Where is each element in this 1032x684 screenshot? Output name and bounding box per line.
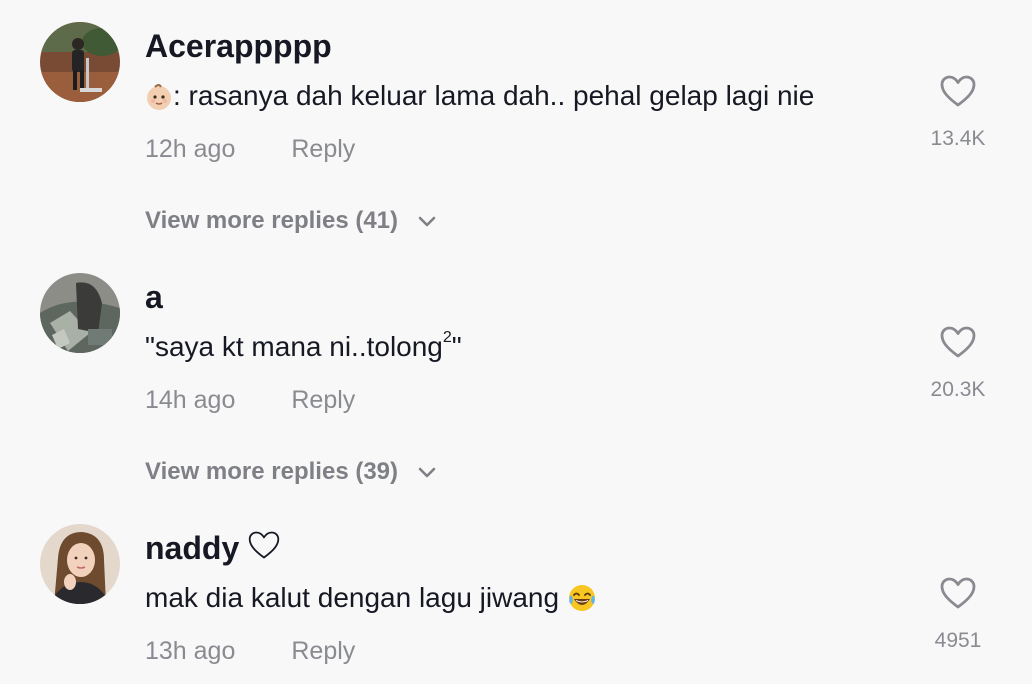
view-more-replies-button[interactable]: View more replies (41) xyxy=(145,204,437,239)
tears-of-joy-emoji-icon xyxy=(567,583,597,624)
like-button[interactable]: 4951 xyxy=(920,576,996,653)
reply-button[interactable]: Reply xyxy=(291,135,355,163)
comment-text: : rasanya dah keluar lama dah.. pehal ge… xyxy=(145,76,814,122)
reply-button[interactable]: Reply xyxy=(291,637,355,665)
avatar[interactable] xyxy=(40,22,120,102)
chevron-down-icon xyxy=(417,205,437,239)
like-button[interactable]: 20.3K xyxy=(920,325,996,402)
reply-button[interactable]: Reply xyxy=(291,386,355,414)
comment-username[interactable]: naddy xyxy=(145,528,281,570)
comment-list: Acerappppp : rasanya dah keluar lama dah… xyxy=(0,0,1032,684)
heart-outline-icon xyxy=(920,74,996,113)
heart-outline-icon xyxy=(920,576,996,615)
view-more-label: View more replies (39) xyxy=(145,458,399,485)
comment-text-content: "saya kt mana ni..tolong xyxy=(145,331,443,362)
like-count: 13.4K xyxy=(930,127,986,150)
comment-text-superscript: 2 xyxy=(442,329,452,346)
comment-text: mak dia kalut dengan lagu jiwang xyxy=(145,578,597,624)
like-count: 4951 xyxy=(934,629,982,652)
like-button[interactable]: 13.4K xyxy=(920,74,996,151)
heart-outline-icon xyxy=(247,529,281,570)
view-more-label: View more replies (41) xyxy=(145,207,399,234)
comment-text-end: " xyxy=(451,331,462,362)
comment-meta: 13h ago Reply xyxy=(145,634,355,668)
comment-time: 13h ago xyxy=(145,637,236,665)
comment-username[interactable]: a xyxy=(145,277,163,317)
comment-username[interactable]: Acerappppp xyxy=(145,26,332,66)
avatar[interactable] xyxy=(40,524,120,604)
view-more-replies-button[interactable]: View more replies (39) xyxy=(145,455,437,490)
comment-text: "saya kt mana ni..tolong2" xyxy=(145,327,462,367)
chevron-down-icon xyxy=(417,456,437,490)
comment-text-content: : rasanya dah keluar lama dah.. pehal ge… xyxy=(173,80,815,111)
avatar[interactable] xyxy=(40,273,120,353)
comment-time: 12h ago xyxy=(145,135,236,163)
comment-text-content: mak dia kalut dengan lagu jiwang xyxy=(145,582,560,613)
heart-outline-icon xyxy=(920,325,996,364)
username-text: naddy xyxy=(145,530,240,566)
comment-meta: 14h ago Reply xyxy=(145,383,355,417)
comment-meta: 12h ago Reply xyxy=(145,132,355,166)
baby-face-emoji-icon xyxy=(145,82,173,122)
like-count: 20.3K xyxy=(930,378,986,401)
comment-time: 14h ago xyxy=(145,386,236,414)
